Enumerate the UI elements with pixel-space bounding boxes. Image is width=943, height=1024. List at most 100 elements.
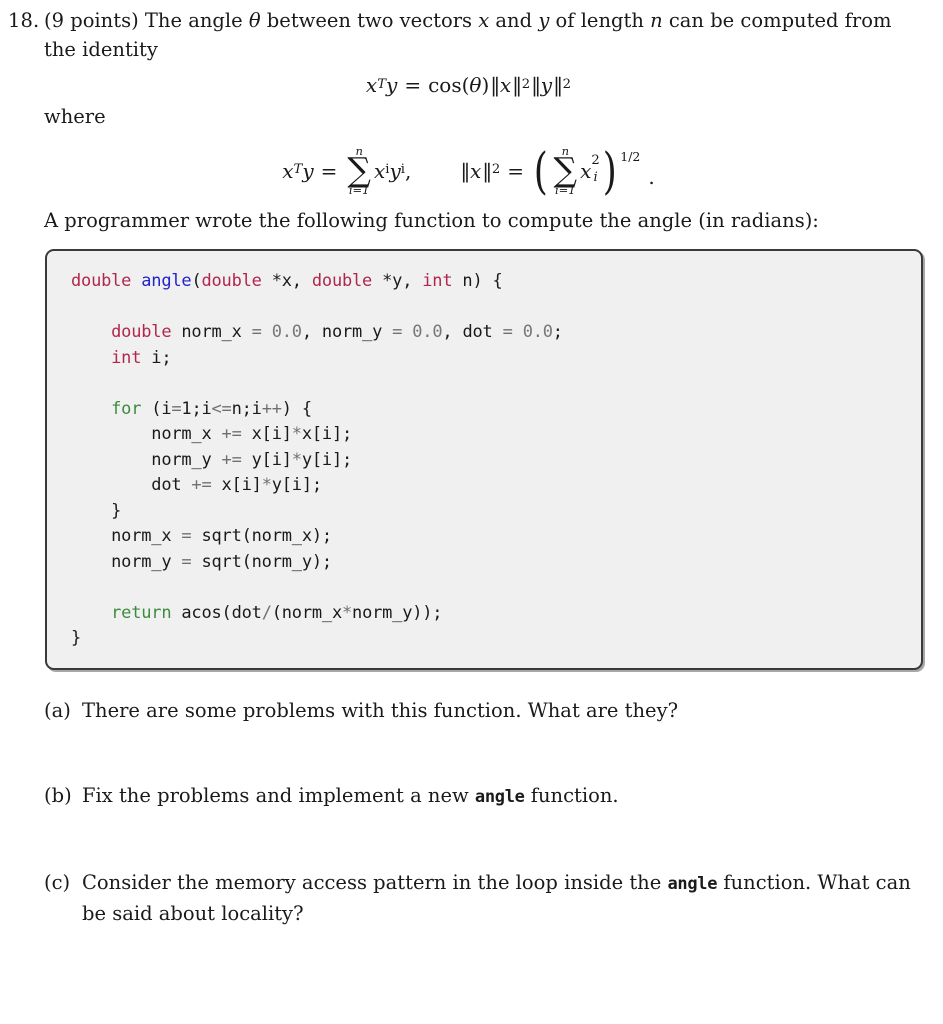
code-token: /: [261, 602, 272, 623]
sigma-glyph-2: ∑: [553, 150, 578, 190]
right-paren-big: ): [602, 142, 617, 201]
code-listing-box: double angle(double *x, double *y, int n…: [45, 249, 923, 670]
eq1-theta: θ: [469, 73, 482, 97]
eq2-x: x: [282, 158, 294, 183]
code-line: norm_x = sqrt(norm_x);: [111, 526, 332, 547]
inline-code: angle: [474, 786, 525, 807]
subpart-c: (c) Consider the memory access pattern i…: [0, 868, 919, 928]
intro-text-a: The angle: [138, 9, 249, 32]
code-token: =: [181, 526, 192, 547]
intro-text-c: and: [489, 9, 539, 32]
code-line: norm_y += y[i]*y[i];: [151, 449, 353, 470]
eq1-normy-open: ‖: [531, 73, 541, 97]
code-token: double: [71, 271, 142, 292]
eq1-normx-close: ‖: [512, 73, 522, 97]
summation-2: n ∑ i=1: [553, 145, 578, 198]
problem-number: 18.: [8, 9, 40, 32]
equation-identity: xTy = cos(θ) ‖ x ‖ 2 ‖ y ‖ 2: [8, 74, 929, 96]
eq2-xsq-sub: i: [593, 169, 598, 185]
code-line: double angle(double *x, double *y, int n…: [71, 271, 503, 292]
eq1-normy-close: ‖: [553, 73, 563, 97]
code-token: *: [291, 424, 302, 445]
subpart-b-label: (b): [44, 783, 72, 807]
eq1-normy-var: y: [540, 73, 553, 97]
code-token: *: [261, 475, 272, 496]
eq2-yi-var: y: [389, 158, 401, 183]
eq1-cos-close: ): [481, 73, 490, 97]
code-token: double: [111, 322, 182, 343]
code-token: 0.0: [412, 322, 443, 343]
code-token: +=: [221, 449, 242, 470]
eq2-xsq-sup: 2: [591, 152, 600, 168]
code-token: *: [341, 602, 353, 623]
code-token: ++: [261, 398, 282, 419]
symbol-n: n: [650, 9, 663, 32]
eq2-norm-sub: 2: [491, 162, 501, 178]
code-token: 0.0: [271, 322, 302, 343]
eq2-comma: ,: [404, 158, 412, 183]
eq1-cos-open: cos(: [428, 73, 470, 97]
code-token: =: [251, 322, 262, 343]
eq2-transpose: T: [293, 162, 303, 178]
eq2-xi-var: x: [373, 158, 386, 183]
eq2-norm-var: x: [469, 158, 482, 183]
code-line: double norm_x = 0.0, norm_y = 0.0, dot =…: [111, 322, 563, 343]
code-token: +=: [221, 424, 242, 445]
eq2-y: y: [302, 158, 314, 183]
code-token: int: [111, 347, 152, 368]
code-token: angle: [141, 271, 192, 292]
code-token: return: [111, 602, 172, 623]
eq1-transpose: T: [377, 76, 386, 92]
eq2-xsq-var: x: [580, 158, 592, 183]
subpart-c-text: Consider the memory access pattern in th…: [82, 870, 911, 925]
where-label: where: [44, 105, 106, 128]
sigma-glyph: ∑: [347, 150, 371, 190]
code-token: =: [392, 322, 403, 343]
summation-1: n ∑ i=1: [347, 145, 371, 197]
code-token: =: [502, 322, 513, 343]
inline-code: angle: [667, 873, 718, 894]
subpart-b: (b) Fix the problems and implement a new…: [0, 781, 919, 812]
symbol-theta: θ: [248, 9, 261, 32]
eq1-x: x: [365, 73, 378, 97]
code-token: =: [181, 551, 192, 572]
symbol-y: y: [538, 9, 550, 32]
programmer-line: A programmer wrote the following functio…: [44, 209, 819, 233]
eq1-normy-sub: 2: [562, 76, 572, 92]
eq1-y: y: [386, 73, 398, 97]
code-token: 0.0: [522, 322, 553, 343]
subpart-a-label: (a): [44, 698, 71, 722]
subpart-a-text: There are some problems with this functi…: [82, 698, 679, 722]
equation-definitions: xTy = n ∑ i=1 xiyi, ‖ x ‖ 2 = ( n ∑ i=1 …: [8, 142, 929, 201]
eq1-normx-open: ‖: [490, 73, 500, 97]
subpart-c-label: (c): [44, 870, 71, 894]
eq2-norm-close: ‖: [482, 158, 492, 183]
problem-intro-paragraph: (9 points) The angle θ between two vecto…: [44, 6, 929, 64]
code-line: int i;: [111, 347, 172, 368]
eq2-norm-open: ‖: [460, 158, 470, 183]
subpart-b-text: Fix the problems and implement a new ang…: [82, 783, 619, 807]
code-token: double: [311, 271, 383, 292]
code-token: double: [201, 271, 272, 292]
code-line: return acos(dot/(norm_x*norm_y));: [111, 602, 443, 623]
code-line: }: [111, 500, 122, 521]
symbol-x: x: [478, 9, 490, 32]
intro-text-b: between two vectors: [260, 9, 479, 32]
exam-page: 18. (9 points) The angle θ between two v…: [0, 0, 943, 1024]
eq1-normx-sub: 2: [521, 76, 531, 92]
code-line: norm_x += x[i]*x[i];: [151, 424, 353, 445]
problem-points: (9 points): [44, 9, 139, 32]
sum2-lower-limit: i=1: [554, 183, 576, 198]
eq1-equals: =: [404, 73, 422, 97]
code-line: for (i=1;i<=n;i++) {: [111, 398, 312, 419]
code-line: }: [71, 628, 82, 649]
subpart-a: (a) There are some problems with this fu…: [0, 696, 919, 725]
code-token: +=: [191, 475, 212, 496]
code-line: dot += x[i]*y[i];: [151, 475, 322, 496]
code-token: <=: [211, 398, 232, 419]
problem-18: 18. (9 points) The angle θ between two v…: [0, 0, 943, 235]
eq2-equals: =: [320, 158, 338, 183]
code-listing: double angle(double *x, double *y, int n…: [71, 269, 905, 652]
eq1-normx-var: x: [499, 73, 512, 97]
code-token: *: [291, 449, 302, 470]
